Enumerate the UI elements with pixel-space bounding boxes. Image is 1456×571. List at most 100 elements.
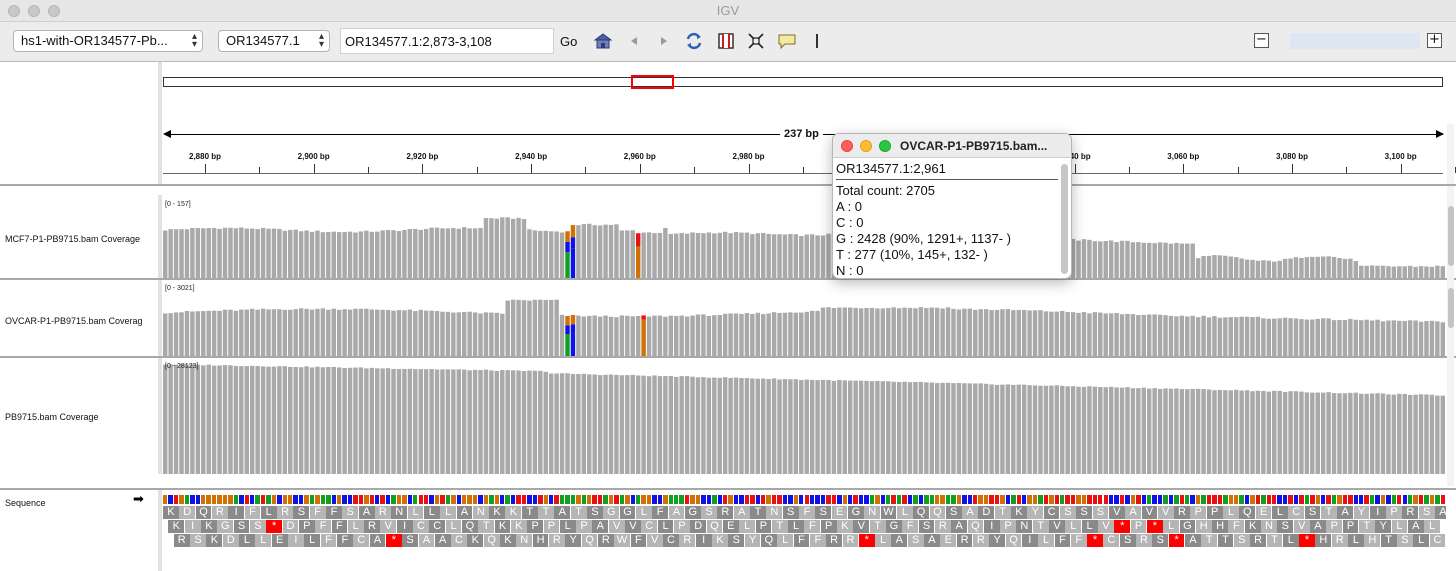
coverage-bar[interactable] bbox=[1163, 388, 1168, 474]
coverage-bar[interactable] bbox=[423, 228, 429, 278]
coverage-bar[interactable] bbox=[1250, 391, 1255, 474]
coverage-bar[interactable] bbox=[782, 234, 788, 278]
coverage-bar[interactable] bbox=[902, 381, 907, 474]
coverage-bar[interactable] bbox=[886, 381, 891, 474]
coverage-bar[interactable] bbox=[761, 314, 766, 356]
coverage-bar[interactable] bbox=[538, 370, 543, 474]
coverage-bar[interactable] bbox=[1380, 393, 1386, 474]
coverage-bar[interactable] bbox=[1255, 260, 1261, 278]
coverage-bar[interactable] bbox=[1424, 321, 1429, 356]
coverage-bar[interactable] bbox=[766, 378, 771, 474]
coverage-bar[interactable] bbox=[440, 311, 445, 356]
coverage-bar[interactable] bbox=[559, 314, 565, 356]
coverage-bar[interactable] bbox=[1386, 266, 1391, 278]
coverage-bar[interactable] bbox=[304, 366, 309, 474]
coverage-bar[interactable] bbox=[956, 382, 962, 474]
coverage-bar[interactable] bbox=[782, 312, 788, 356]
coverage-bar[interactable] bbox=[331, 231, 336, 278]
coverage-bar[interactable] bbox=[1375, 393, 1380, 474]
coverage-bar[interactable] bbox=[896, 382, 902, 474]
coverage-bar[interactable] bbox=[1337, 258, 1342, 278]
coverage-bar[interactable] bbox=[674, 315, 679, 356]
coverage-bar[interactable] bbox=[804, 379, 809, 474]
coverage-bar[interactable] bbox=[260, 366, 266, 474]
coverage-bar[interactable] bbox=[1038, 385, 1043, 474]
coverage-bar[interactable] bbox=[695, 314, 701, 356]
coverage-bar[interactable] bbox=[804, 311, 809, 356]
coverage-bar[interactable] bbox=[201, 311, 206, 356]
coverage-bar[interactable] bbox=[293, 309, 298, 356]
coverage-bar[interactable] bbox=[1054, 385, 1060, 474]
coverage-bar[interactable] bbox=[733, 231, 739, 278]
coverage-bar[interactable] bbox=[1375, 319, 1380, 356]
coverage-bar[interactable] bbox=[543, 230, 548, 278]
coverage-panel-ovcar[interactable] bbox=[163, 280, 1446, 356]
coverage-bar-mismatch[interactable] bbox=[635, 233, 641, 247]
coverage-bar[interactable] bbox=[1435, 321, 1440, 356]
coverage-bar[interactable] bbox=[472, 369, 478, 474]
coverage-bar[interactable] bbox=[652, 233, 657, 278]
coverage-bar[interactable] bbox=[1136, 242, 1141, 278]
coverage-bar[interactable] bbox=[342, 367, 347, 474]
coverage-bar[interactable] bbox=[587, 374, 592, 474]
coverage-bar[interactable] bbox=[717, 315, 722, 356]
coverage-bar[interactable] bbox=[641, 375, 646, 474]
coverage-bar[interactable] bbox=[641, 232, 646, 278]
coverage-bar[interactable] bbox=[799, 312, 804, 356]
coverage-bar[interactable] bbox=[1136, 315, 1141, 356]
coverage-bar[interactable] bbox=[1315, 318, 1320, 356]
coverage-bar[interactable] bbox=[722, 231, 728, 278]
coverage-bar[interactable] bbox=[228, 365, 233, 474]
coverage-bar[interactable] bbox=[304, 230, 309, 278]
coverage-bar[interactable] bbox=[1027, 310, 1032, 356]
coverage-bar[interactable] bbox=[353, 308, 358, 356]
coverage-bar[interactable] bbox=[527, 370, 532, 474]
coverage-bar[interactable] bbox=[587, 315, 592, 356]
coverage-bar[interactable] bbox=[543, 371, 548, 474]
coverage-bar[interactable] bbox=[168, 229, 173, 278]
coverage-bar[interactable] bbox=[1440, 395, 1445, 474]
coverage-bar[interactable] bbox=[271, 366, 277, 474]
coverage-bar[interactable] bbox=[1190, 315, 1195, 356]
coverage-bar[interactable] bbox=[1266, 318, 1272, 356]
coverage-bar[interactable] bbox=[532, 370, 538, 474]
coverage-bar[interactable] bbox=[701, 314, 706, 356]
coverage-bar[interactable] bbox=[679, 376, 684, 474]
coverage-bar[interactable] bbox=[1223, 255, 1228, 278]
coverage-bar[interactable] bbox=[1206, 389, 1212, 474]
coverage-bar[interactable] bbox=[1000, 384, 1005, 474]
close-icon[interactable] bbox=[841, 140, 853, 152]
coverage-bar[interactable] bbox=[353, 232, 358, 278]
coverage-bar[interactable] bbox=[1326, 392, 1331, 474]
coverage-bar[interactable] bbox=[478, 313, 483, 356]
coverage-bar[interactable] bbox=[733, 313, 739, 356]
coverage-bar[interactable] bbox=[1413, 266, 1418, 278]
coverage-bar[interactable] bbox=[320, 308, 326, 356]
coverage-bar[interactable] bbox=[858, 380, 864, 474]
coverage-bar[interactable] bbox=[369, 231, 375, 278]
coverage-bar[interactable] bbox=[467, 370, 472, 474]
coverage-bar[interactable] bbox=[690, 315, 695, 356]
coverage-bar[interactable] bbox=[266, 309, 271, 356]
coverage-bar[interactable] bbox=[1201, 315, 1206, 356]
coverage-bar[interactable] bbox=[429, 310, 434, 356]
coverage-bar[interactable] bbox=[494, 370, 500, 474]
coverage-bar[interactable] bbox=[1359, 393, 1364, 474]
coverage-bar[interactable] bbox=[500, 217, 505, 278]
coverage-bar[interactable] bbox=[750, 234, 755, 278]
coverage-bar[interactable] bbox=[1326, 318, 1331, 356]
coverage-bar[interactable] bbox=[1304, 392, 1310, 474]
coverage-bar[interactable] bbox=[326, 366, 331, 474]
coverage-bar-mismatch[interactable] bbox=[565, 334, 570, 356]
coverage-bar[interactable] bbox=[451, 312, 456, 356]
coverage-bar[interactable] bbox=[1369, 393, 1375, 474]
coverage-bar[interactable] bbox=[548, 373, 554, 474]
coverage-bar[interactable] bbox=[782, 379, 788, 474]
coverage-bar[interactable] bbox=[500, 370, 505, 474]
coverage-bar[interactable] bbox=[668, 315, 674, 356]
coverage-bar[interactable] bbox=[1440, 322, 1445, 356]
coverage-bar[interactable] bbox=[684, 233, 690, 278]
coverage-bar[interactable] bbox=[380, 368, 385, 474]
coverage-bar[interactable] bbox=[1141, 387, 1146, 474]
coverage-bar[interactable] bbox=[945, 382, 951, 474]
